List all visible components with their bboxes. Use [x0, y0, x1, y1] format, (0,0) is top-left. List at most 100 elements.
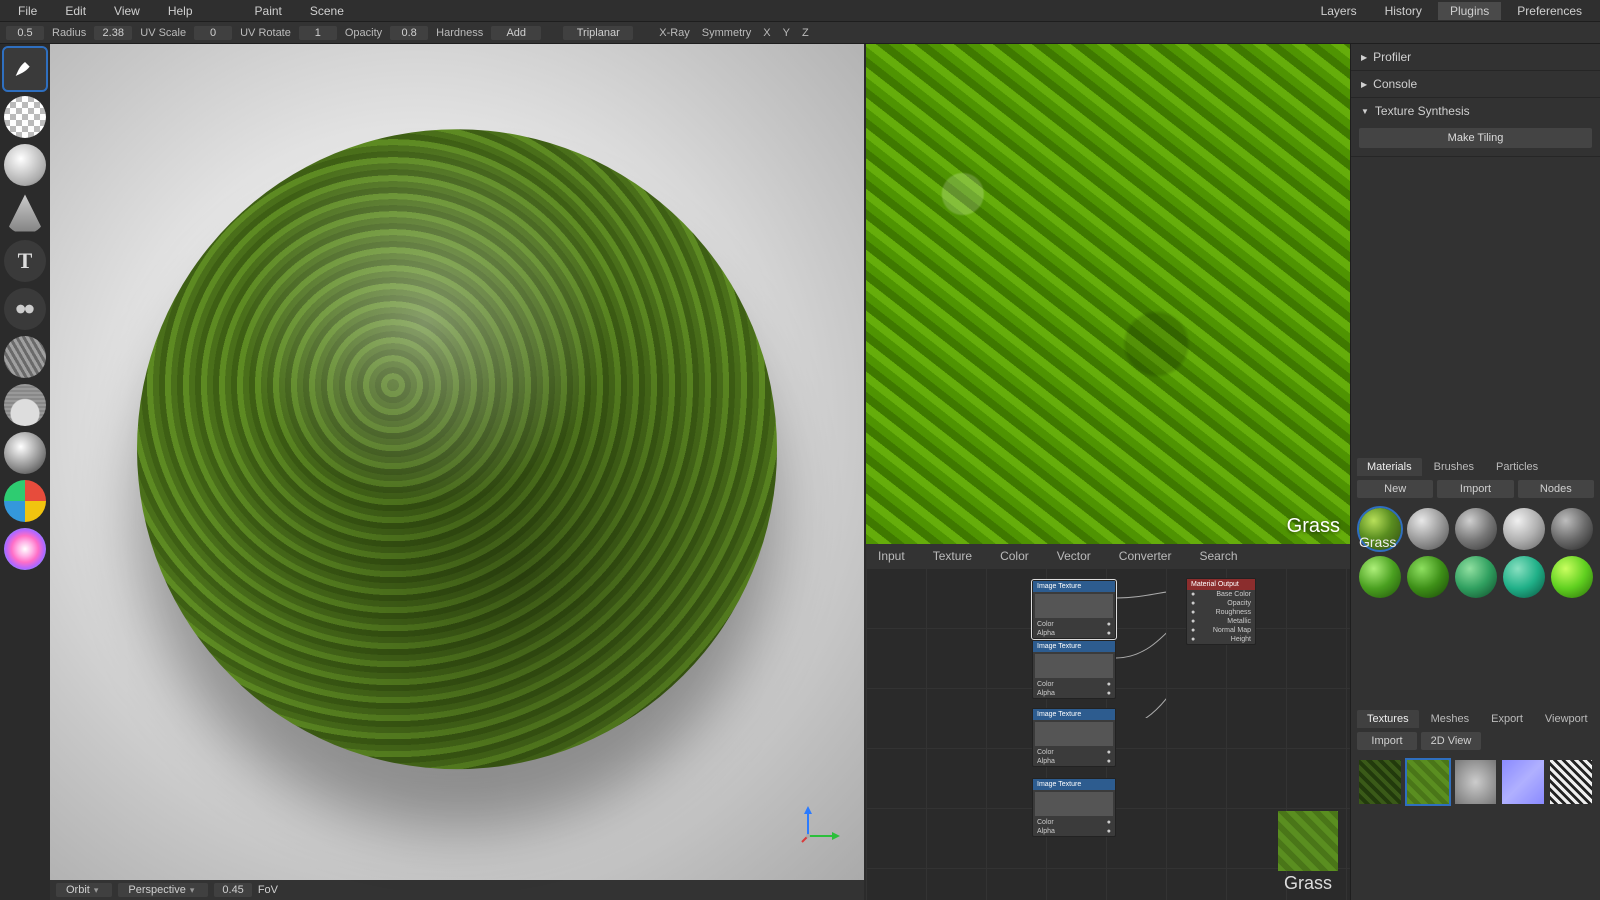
options-bar: 0.5 Radius 2.38 UV Scale 0 UV Rotate 1 O…: [0, 22, 1600, 44]
material-lime[interactable]: [1551, 556, 1593, 598]
menu-help[interactable]: Help: [156, 2, 205, 20]
sym-z-toggle[interactable]: Z: [798, 27, 813, 39]
nodecat-color[interactable]: Color: [1000, 549, 1029, 563]
menu-edit[interactable]: Edit: [53, 2, 98, 20]
node-material-output[interactable]: Material Output ●Base Color ●Opacity ●Ro…: [1186, 578, 1256, 645]
tool-eraser[interactable]: [4, 96, 46, 138]
tool-fill[interactable]: [4, 192, 46, 234]
tool-clone[interactable]: [4, 288, 46, 330]
tool-bake[interactable]: [4, 432, 46, 474]
tool-rail: T: [0, 44, 50, 900]
node-graph[interactable]: Image Texture Color● Alpha● Material Out…: [866, 568, 1350, 900]
menu-layers[interactable]: Layers: [1309, 2, 1369, 20]
nodecat-converter[interactable]: Converter: [1119, 549, 1172, 563]
menu-scene[interactable]: Scene: [298, 2, 356, 20]
brush-size-field[interactable]: 0.5: [6, 26, 44, 40]
node-image-texture-1[interactable]: Image Texture Color● Alpha●: [1032, 580, 1116, 639]
plugin-console[interactable]: ▶Console: [1351, 71, 1600, 98]
tab-export[interactable]: Export: [1481, 710, 1533, 728]
opacity-label: Opacity: [341, 27, 386, 39]
caret-right-icon: ▶: [1361, 53, 1367, 62]
menu-history[interactable]: History: [1373, 2, 1434, 20]
tool-colorid[interactable]: [4, 480, 46, 522]
node-preview: Grass: [1278, 811, 1338, 894]
hardness-label: Hardness: [432, 27, 487, 39]
menu-preferences[interactable]: Preferences: [1505, 2, 1594, 20]
tab-brushes[interactable]: Brushes: [1424, 458, 1484, 476]
nodecat-vector[interactable]: Vector: [1057, 549, 1091, 563]
radius-field[interactable]: 2.38: [94, 26, 132, 40]
uvrotate-label: UV Rotate: [236, 27, 295, 39]
uvscale-field[interactable]: 0: [194, 26, 232, 40]
caret-right-icon: ▶: [1361, 80, 1367, 89]
projection-mode-select[interactable]: Perspective▾: [118, 883, 208, 897]
tab-viewport[interactable]: Viewport: [1535, 710, 1598, 728]
material-grey2[interactable]: [1455, 508, 1497, 550]
material-grey4[interactable]: [1551, 508, 1593, 550]
texture-2d-view[interactable]: Grass: [866, 44, 1350, 544]
viewport-3d[interactable]: [50, 44, 864, 880]
material-green1[interactable]: [1359, 556, 1401, 598]
material-selected-label: Grass: [1359, 534, 1396, 550]
material-grey3[interactable]: [1503, 508, 1545, 550]
tool-picker[interactable]: [4, 528, 46, 570]
texture-thumb-noise[interactable]: [1455, 760, 1497, 804]
materials-nodes-button[interactable]: Nodes: [1518, 480, 1594, 498]
fov-label: FoV: [258, 884, 278, 896]
xray-toggle[interactable]: X-Ray: [655, 27, 694, 39]
blend-mode-select[interactable]: Add: [491, 26, 541, 40]
material-grey1[interactable]: [1407, 508, 1449, 550]
tab-particles[interactable]: Particles: [1486, 458, 1548, 476]
tool-soft[interactable]: [4, 144, 46, 186]
status-bar: Orbit▾ Perspective▾ 0.45 FoV: [50, 880, 864, 900]
tab-meshes[interactable]: Meshes: [1421, 710, 1480, 728]
texture-thumb-normal[interactable]: [1502, 760, 1544, 804]
radius-label: Radius: [48, 27, 90, 39]
caret-down-icon: ▼: [1361, 107, 1369, 116]
node-image-texture-3[interactable]: Image Texture Color● Alpha●: [1032, 708, 1116, 767]
material-teal[interactable]: [1503, 556, 1545, 598]
preview-sphere: [137, 129, 777, 769]
menu-view[interactable]: View: [102, 2, 152, 20]
opacity-field[interactable]: 0.8: [390, 26, 428, 40]
clone-icon: [12, 296, 38, 322]
fov-field[interactable]: 0.45: [214, 883, 251, 897]
materials-panel: Materials Brushes Particles New Import N…: [1351, 454, 1600, 606]
material-green2[interactable]: [1407, 556, 1449, 598]
node-image-texture-2[interactable]: Image Texture Color● Alpha●: [1032, 640, 1116, 699]
plugin-texture-synthesis[interactable]: ▼Texture Synthesis Make Tiling: [1351, 98, 1600, 157]
nodecat-search[interactable]: Search: [1199, 549, 1237, 563]
nodecat-texture[interactable]: Texture: [933, 549, 972, 563]
tool-particle[interactable]: [4, 384, 46, 426]
textures-import-button[interactable]: Import: [1357, 732, 1417, 750]
tab-textures[interactable]: Textures: [1357, 710, 1419, 728]
textures-2dview-button[interactable]: 2D View: [1421, 732, 1481, 750]
menu-file[interactable]: File: [6, 2, 49, 20]
menu-plugins[interactable]: Plugins: [1438, 2, 1501, 20]
nodecat-input[interactable]: Input: [878, 549, 905, 563]
uvrotate-field[interactable]: 1: [299, 26, 337, 40]
make-tiling-button[interactable]: Make Tiling: [1359, 128, 1592, 148]
texture-2d-label: Grass: [1287, 515, 1340, 538]
node-image-texture-4[interactable]: Image Texture Color● Alpha●: [1032, 778, 1116, 837]
menu-paint[interactable]: Paint: [243, 2, 294, 20]
material-green3[interactable]: [1455, 556, 1497, 598]
texture-thumb-grass[interactable]: [1407, 760, 1449, 804]
uvscale-label: UV Scale: [136, 27, 190, 39]
axis-gizmo[interactable]: [800, 804, 840, 844]
tool-text[interactable]: T: [4, 240, 46, 282]
tab-materials[interactable]: Materials: [1357, 458, 1422, 476]
texture-thumb-grass-photo[interactable]: [1359, 760, 1401, 804]
nav-mode-select[interactable]: Orbit▾: [56, 883, 112, 897]
plugin-profiler[interactable]: ▶Profiler: [1351, 44, 1600, 71]
tool-brush[interactable]: [4, 48, 46, 90]
menubar: File Edit View Help Paint Scene Layers H…: [0, 0, 1600, 22]
projection-select[interactable]: Triplanar: [563, 26, 633, 40]
brush-icon: [11, 55, 39, 83]
materials-new-button[interactable]: New: [1357, 480, 1433, 498]
tool-smear[interactable]: [4, 336, 46, 378]
texture-thumb-height[interactable]: [1550, 760, 1592, 804]
sym-x-toggle[interactable]: X: [759, 27, 774, 39]
materials-import-button[interactable]: Import: [1437, 480, 1513, 498]
sym-y-toggle[interactable]: Y: [779, 27, 794, 39]
